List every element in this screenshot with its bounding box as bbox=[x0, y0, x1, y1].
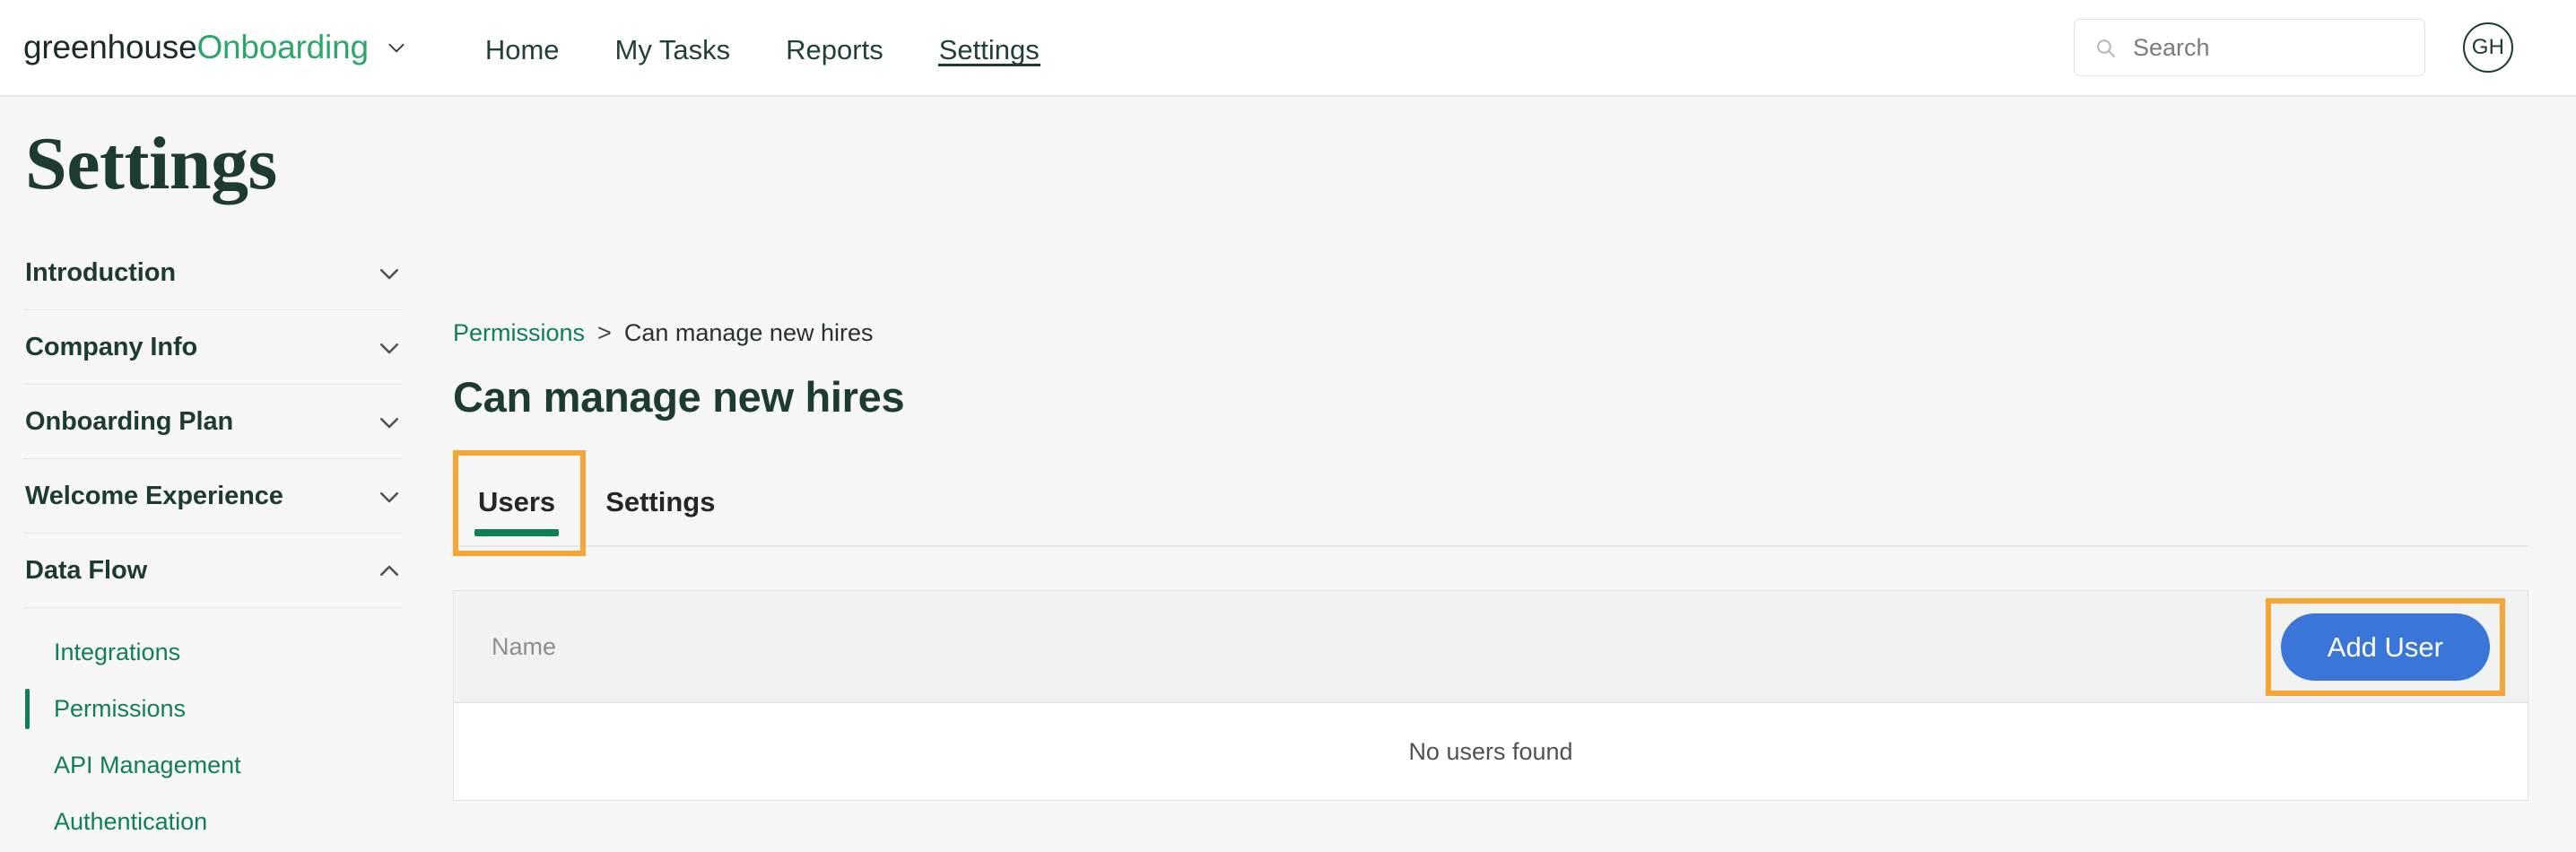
sidebar-item-onboarding-plan[interactable]: Onboarding Plan bbox=[23, 385, 403, 458]
main-navigation: Home My Tasks Reports Settings bbox=[485, 0, 1040, 95]
settings-sidebar: Settings Introduction Company Info Onboa… bbox=[0, 97, 453, 852]
nav-item-reports[interactable]: Reports bbox=[786, 0, 883, 95]
top-navigation-bar: greenhouseOnboarding Home My Tasks Repor… bbox=[0, 0, 2576, 97]
breadcrumb: Permissions > Can manage new hires bbox=[453, 319, 2528, 347]
main-content: Permissions > Can manage new hires Can m… bbox=[453, 97, 2576, 852]
sidebar-item-company-info[interactable]: Company Info bbox=[23, 310, 403, 384]
header-right-controls: Search GH bbox=[2074, 19, 2513, 76]
chevron-down-icon bbox=[376, 409, 403, 436]
avatar[interactable]: GH bbox=[2463, 22, 2513, 73]
chevron-up-icon bbox=[376, 558, 403, 585]
breadcrumb-current: Can manage new hires bbox=[623, 319, 874, 346]
sidebar-item-permissions[interactable]: Permissions bbox=[23, 681, 403, 737]
breadcrumb-separator: > bbox=[597, 319, 612, 346]
breadcrumb-link-permissions[interactable]: Permissions bbox=[453, 319, 585, 347]
sidebar-group-welcome-experience: Welcome Experience bbox=[23, 459, 403, 534]
nav-item-settings[interactable]: Settings bbox=[937, 0, 1040, 95]
page-body: Settings Introduction Company Info Onboa… bbox=[0, 97, 2576, 852]
sidebar-item-label: Onboarding Plan bbox=[25, 407, 234, 436]
users-table-card: Name Add User No users found bbox=[453, 590, 2528, 801]
nav-item-my-tasks[interactable]: My Tasks bbox=[615, 0, 731, 95]
sidebar-item-authentication[interactable]: Authentication bbox=[23, 794, 403, 850]
brand-product-name: Onboarding bbox=[196, 29, 369, 65]
sidebar-group-company-info: Company Info bbox=[23, 310, 403, 385]
page-title: Can manage new hires bbox=[453, 373, 905, 421]
tab-bar: Users Settings bbox=[453, 450, 2528, 556]
search-icon bbox=[2094, 37, 2117, 59]
users-table-body: No users found bbox=[454, 703, 2528, 800]
page-heading: Settings bbox=[25, 122, 277, 205]
sidebar-item-label: Welcome Experience bbox=[25, 482, 283, 510]
brand-company-name: greenhouse bbox=[23, 29, 197, 65]
nav-item-home[interactable]: Home bbox=[485, 0, 560, 95]
table-column-header-name: Name bbox=[492, 632, 557, 660]
chevron-down-icon bbox=[376, 483, 403, 510]
tab-users[interactable]: Users bbox=[453, 459, 580, 545]
brand-logo[interactable]: greenhouseOnboarding bbox=[23, 29, 408, 66]
tab-settings[interactable]: Settings bbox=[580, 459, 740, 545]
add-user-button[interactable]: Add User bbox=[2280, 613, 2490, 681]
chevron-down-icon[interactable] bbox=[385, 36, 408, 59]
sidebar-group-onboarding-plan: Onboarding Plan bbox=[23, 385, 403, 459]
add-user-area: Add User bbox=[2265, 597, 2505, 696]
sidebar-item-welcome-experience[interactable]: Welcome Experience bbox=[23, 459, 403, 533]
search-placeholder-text: Search bbox=[2133, 33, 2210, 61]
sidebar-subnav-data-flow: Integrations Permissions API Management … bbox=[23, 608, 403, 850]
users-table-header: Name Add User bbox=[454, 591, 2528, 703]
sidebar-item-label: Introduction bbox=[25, 258, 176, 287]
search-input[interactable]: Search bbox=[2074, 19, 2425, 76]
sidebar-item-label: Data Flow bbox=[25, 556, 148, 585]
brand-text: greenhouseOnboarding bbox=[23, 29, 369, 66]
sidebar-group-introduction: Introduction bbox=[23, 236, 403, 310]
chevron-down-icon bbox=[376, 260, 403, 287]
sidebar-item-introduction[interactable]: Introduction bbox=[23, 236, 403, 309]
sidebar-item-api-management[interactable]: API Management bbox=[23, 737, 403, 794]
sidebar-item-data-flow[interactable]: Data Flow bbox=[23, 534, 403, 607]
chevron-down-icon bbox=[376, 335, 403, 361]
sidebar-item-label: Company Info bbox=[25, 333, 198, 361]
sidebar-item-integrations[interactable]: Integrations bbox=[23, 624, 403, 681]
sidebar-group-data-flow: Data Flow bbox=[23, 534, 403, 608]
empty-state-message: No users found bbox=[1408, 737, 1573, 765]
